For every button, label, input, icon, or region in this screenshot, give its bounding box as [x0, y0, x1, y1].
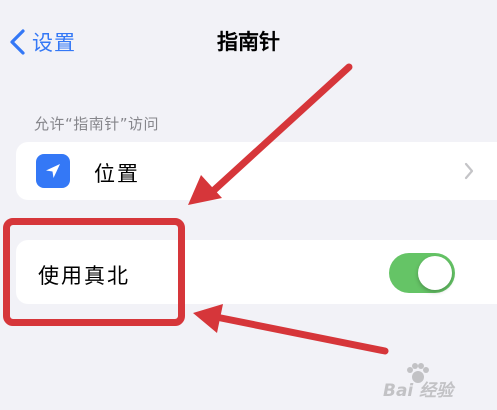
chevron-right-icon	[464, 162, 474, 180]
true-north-toggle[interactable]	[389, 253, 455, 293]
page-title: 指南针	[217, 30, 280, 54]
baidu-watermark: Bai 经验	[383, 362, 493, 402]
section-header: 允许“指南针”访问	[34, 115, 160, 133]
location-row[interactable]: 位置	[16, 142, 497, 200]
toggle-knob	[418, 256, 452, 290]
watermark-text: Bai 经验	[383, 381, 454, 401]
annotation-arrow-lower	[193, 304, 389, 355]
location-row-label: 位置	[94, 162, 140, 186]
highlight-box	[3, 218, 185, 326]
location-arrow-icon	[36, 154, 70, 188]
navigation-bar: 设置 指南针	[0, 0, 497, 84]
